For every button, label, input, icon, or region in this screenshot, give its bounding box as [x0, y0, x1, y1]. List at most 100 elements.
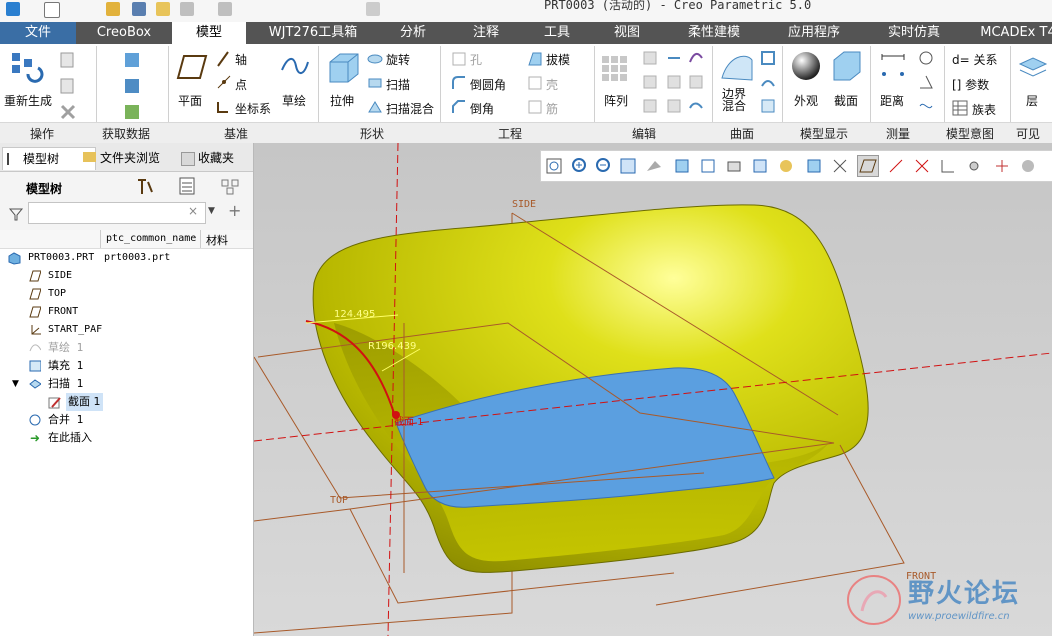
hole-button[interactable]: 孔: [470, 51, 482, 68]
saved-views-icon[interactable]: [673, 157, 691, 175]
tab-creobox[interactable]: CreoBox: [82, 22, 166, 44]
measure-angle-icon[interactable]: [918, 74, 934, 90]
spin-center-display-icon[interactable]: [965, 157, 983, 175]
draft-icon[interactable]: [526, 50, 544, 68]
chamfer-button[interactable]: 倒角: [470, 100, 494, 117]
undo-icon[interactable]: [180, 2, 194, 16]
spin-center-icon[interactable]: [777, 157, 795, 175]
chamfer-icon[interactable]: [450, 98, 468, 116]
offset-icon[interactable]: [642, 98, 658, 114]
display-style-icon[interactable]: [645, 157, 663, 175]
new-file-icon[interactable]: [44, 2, 60, 18]
layers-icon[interactable]: [1018, 54, 1048, 82]
repaint-icon[interactable]: [619, 157, 637, 175]
pattern-icon[interactable]: [600, 54, 630, 84]
axis-icon[interactable]: [214, 50, 232, 68]
solidify-icon[interactable]: [688, 98, 704, 114]
group-label-surfaces[interactable]: 曲面: [730, 125, 754, 142]
appearance-button[interactable]: 外观: [794, 92, 818, 109]
csys-icon[interactable]: [214, 98, 232, 116]
clear-search-icon[interactable]: ×: [188, 204, 198, 218]
sweep-icon[interactable]: [366, 74, 384, 92]
tab-wjt276[interactable]: WJT276工具箱: [254, 22, 372, 44]
plane-icon[interactable]: [176, 54, 208, 80]
tree-filter-settings-icon[interactable]: [220, 176, 244, 196]
regenerate-small-icon[interactable]: [156, 2, 170, 16]
perspective-icon[interactable]: [725, 157, 743, 175]
tree-item-front[interactable]: FRONT: [0, 303, 253, 321]
csys-button[interactable]: 坐标系: [235, 100, 271, 117]
family-table-button[interactable]: 族表: [972, 101, 996, 118]
intersect-icon[interactable]: [666, 98, 682, 114]
column-divider[interactable]: [200, 230, 201, 248]
panel-tab-favorites[interactable]: 收藏夹: [178, 147, 264, 169]
tree-columns-icon[interactable]: [178, 176, 204, 196]
boundary-blend-button[interactable]: 边界 混合: [722, 88, 746, 112]
fill-icon[interactable]: [760, 50, 776, 66]
sketch-button[interactable]: 草绘: [282, 92, 306, 109]
plane-display-icon[interactable]: [857, 155, 879, 177]
draft-button[interactable]: 拔模: [546, 51, 570, 68]
point-button[interactable]: 点: [235, 76, 247, 93]
distance-icon[interactable]: [878, 50, 908, 80]
wireframe-icon[interactable]: [993, 157, 1011, 175]
csys-display-icon[interactable]: [939, 157, 957, 175]
filter-icon[interactable]: [8, 206, 24, 222]
shading-icon[interactable]: [1019, 157, 1037, 175]
sweep-button[interactable]: 扫描: [386, 76, 410, 93]
style-icon[interactable]: [760, 98, 776, 114]
point-display-icon[interactable]: [913, 157, 931, 175]
regenerate-button[interactable]: 重新生成: [4, 92, 52, 109]
layers-button[interactable]: 层: [1026, 92, 1038, 109]
group-label-model-intent[interactable]: 模型意图: [946, 125, 994, 142]
group-label-operations[interactable]: 操作: [30, 125, 54, 142]
tree-item-fill[interactable]: 填充 1: [0, 357, 253, 375]
regenerate-icon[interactable]: [10, 50, 44, 84]
group-label-shapes[interactable]: 形状: [360, 125, 384, 142]
tab-model[interactable]: 模型: [172, 22, 246, 44]
app-logo-icon[interactable]: [6, 2, 20, 16]
section-icon[interactable]: [830, 50, 862, 82]
tab-analysis[interactable]: 分析: [378, 22, 448, 44]
revolve-icon[interactable]: [366, 50, 384, 68]
rib-button[interactable]: 筋: [546, 100, 558, 117]
parameters-button[interactable]: [] 参数: [952, 76, 989, 93]
extrude-icon[interactable]: [326, 50, 360, 84]
open-file-icon[interactable]: [106, 2, 120, 16]
swept-blend-button[interactable]: 扫描混合: [386, 100, 434, 117]
shrinkwrap-icon[interactable]: [122, 102, 142, 122]
mirror-icon[interactable]: [642, 50, 658, 66]
tree-item-side[interactable]: SIDE: [0, 267, 253, 285]
annotation-display-icon[interactable]: [805, 157, 823, 175]
datum-display-icon[interactable]: [831, 157, 849, 175]
panel-tab-folder-browser[interactable]: 文件夹浏览: [80, 147, 192, 169]
tab-applications[interactable]: 应用程序: [766, 22, 862, 44]
tab-file[interactable]: 文件: [0, 22, 76, 44]
tree-item-sweep[interactable]: ▼ 扫描 1: [0, 375, 253, 393]
appearance-icon[interactable]: [790, 50, 822, 82]
tab-annotate[interactable]: 注释: [452, 22, 520, 44]
extrude-button[interactable]: 拉伸: [330, 92, 354, 109]
boundary-blend-icon[interactable]: [720, 50, 754, 84]
copy-geometry-icon[interactable]: [122, 76, 142, 96]
group-label-model-display[interactable]: 模型显示: [800, 125, 848, 142]
revolve-button[interactable]: 旋转: [386, 51, 410, 68]
tab-view[interactable]: 视图: [594, 22, 660, 44]
refit-icon[interactable]: [545, 157, 563, 175]
sketch-icon[interactable]: [280, 54, 310, 80]
group-label-get-data[interactable]: 获取数据: [102, 125, 150, 142]
tree-item-top[interactable]: TOP: [0, 285, 253, 303]
close-window-icon[interactable]: [366, 2, 380, 16]
shell-button[interactable]: 壳: [546, 76, 558, 93]
delete-icon[interactable]: [58, 102, 78, 122]
distance-button[interactable]: 距离: [880, 92, 904, 109]
zoom-in-icon[interactable]: [571, 157, 589, 175]
pattern-button[interactable]: 阵列: [604, 92, 628, 109]
column-divider[interactable]: [100, 230, 101, 248]
extend-icon[interactable]: [642, 74, 658, 90]
user-defined-feature-icon[interactable]: [122, 50, 142, 70]
dimension-value-2[interactable]: R196.439: [368, 341, 416, 352]
rib-icon[interactable]: [526, 98, 544, 116]
group-label-measure[interactable]: 测量: [886, 125, 910, 142]
redo-icon[interactable]: [218, 2, 232, 16]
